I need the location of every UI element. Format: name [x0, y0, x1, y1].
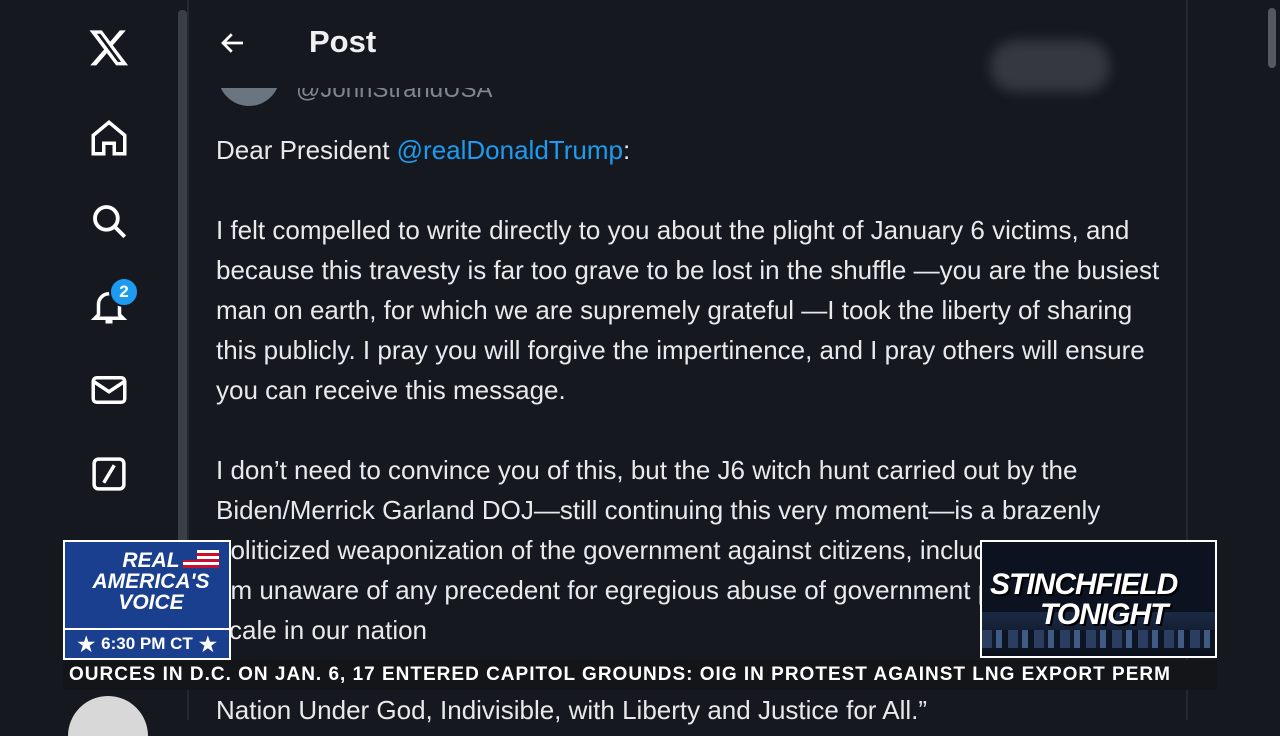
greeting-colon: : — [622, 135, 631, 165]
greeting-text: Dear President — [216, 135, 397, 165]
blurred-button — [990, 40, 1110, 92]
back-button[interactable] — [218, 24, 250, 62]
network-name: REAL AMERICA'S VOICE — [92, 549, 210, 614]
star-icon: ★ — [198, 633, 217, 656]
page-scrollbar[interactable] — [1268, 8, 1276, 68]
messages-envelope-icon[interactable] — [86, 367, 132, 413]
back-arrow-icon — [221, 33, 243, 53]
home-icon[interactable] — [86, 115, 132, 161]
page-title: Post — [309, 24, 377, 59]
grok-slash-icon[interactable] — [86, 451, 132, 497]
news-ticker: OURCES IN D.C. ON JAN. 6, 17 ENTERED CAP… — [63, 660, 1217, 690]
show-title-line1: STINCHFIELD — [990, 568, 1178, 601]
search-icon[interactable] — [86, 198, 132, 244]
paragraph-last-line: Nation Under God, Indivisible, with Libe… — [216, 695, 928, 725]
notifications-badge: 2 — [109, 277, 139, 307]
broadcast-time: ★ 6:30 PM CT ★ — [65, 628, 229, 658]
show-logo: STINCHFIELD TONIGHT — [980, 540, 1217, 658]
star-icon: ★ — [77, 633, 96, 656]
mention-link[interactable]: @realDonaldTrump — [397, 135, 623, 165]
left-scrollbar[interactable] — [178, 10, 187, 570]
paragraph-1: I felt compelled to write directly to yo… — [216, 215, 1160, 405]
x-logo-icon[interactable] — [86, 24, 132, 70]
show-title-line2: TONIGHT — [1040, 598, 1168, 631]
greeting-line: Dear President @realDonaldTrump: — [216, 130, 1176, 170]
network-logo: REAL AMERICA'S VOICE ★ 6:30 PM CT ★ — [63, 540, 231, 660]
